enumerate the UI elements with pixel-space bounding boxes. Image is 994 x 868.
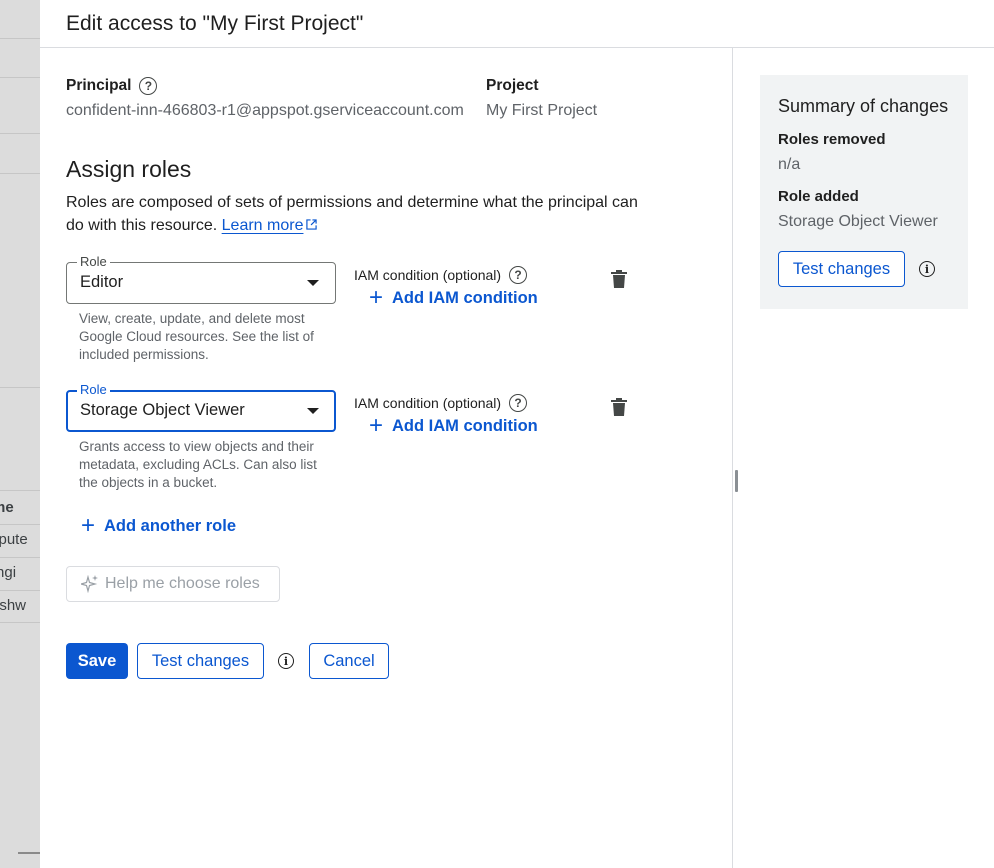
role-field-label: Role [77, 382, 110, 398]
role-select[interactable]: Role Storage Object Viewer [66, 382, 336, 432]
summary-of-changes: Summary of changes Roles removed n/a Rol… [760, 75, 968, 309]
bg-divider [0, 77, 40, 78]
iam-condition-label: IAM condition (optional) [354, 395, 502, 411]
test-changes-label: Test changes [151, 651, 250, 670]
bg-divider [0, 524, 40, 525]
cancel-button[interactable]: Cancel [309, 643, 389, 679]
iam-condition-label-row: IAM condition (optional) ? [354, 266, 528, 284]
help-icon[interactable]: ? [509, 394, 528, 412]
panel-title: Edit access to "My First Project" [66, 11, 364, 35]
roles-removed-value: n/a [778, 156, 801, 173]
roles-removed-label: Roles removed [778, 131, 886, 148]
save-button[interactable]: Save [66, 643, 128, 679]
bg-row-text: mpute [0, 531, 28, 548]
role-value: Editor [80, 273, 124, 291]
summary-test-changes-label: Test changes [792, 259, 891, 278]
dropdown-arrow-icon [307, 408, 319, 414]
panel-divider [732, 48, 733, 868]
bg-divider [0, 387, 40, 388]
delete-icon[interactable] [611, 270, 627, 288]
bg-scrollbar [18, 852, 40, 854]
iam-condition-label: IAM condition (optional) [354, 267, 502, 283]
plus-icon: + [368, 284, 383, 311]
help-icon[interactable]: ? [509, 266, 528, 284]
plus-icon: + [80, 512, 95, 539]
edit-access-panel: Edit access to "My First Project" Princi… [40, 0, 994, 868]
bg-divider [0, 622, 40, 623]
bg-divider [0, 38, 40, 39]
principal-block: Principal ? confident-inn-466803-r1@apps… [66, 76, 464, 120]
iam-condition-label-row: IAM condition (optional) ? [354, 394, 528, 412]
sparkle-icon [81, 575, 98, 593]
help-me-choose-roles-label: Help me choose roles [105, 575, 260, 592]
role-value: Storage Object Viewer [80, 401, 245, 419]
bg-row-text: reshw [0, 597, 27, 614]
bg-divider [0, 557, 40, 558]
help-me-choose-roles-button[interactable]: Help me choose roles [66, 566, 280, 602]
assign-roles-description-text: Roles are composed of sets of permission… [66, 194, 638, 234]
add-iam-condition-label: Add IAM condition [392, 416, 538, 435]
project-label: Project [486, 77, 539, 94]
bg-divider [0, 490, 40, 491]
help-icon[interactable]: ? [139, 77, 158, 95]
summary-title: Summary of changes [778, 96, 949, 116]
learn-more-link[interactable]: Learn more [222, 217, 304, 234]
role-field-label: Role [77, 254, 110, 270]
cancel-label: Cancel [323, 651, 375, 670]
role-added-label: Role added [778, 188, 859, 205]
plus-icon: + [368, 412, 383, 439]
project-value: My First Project [486, 102, 598, 119]
add-iam-condition-button[interactable]: + Add IAM condition [368, 284, 538, 311]
delete-icon[interactable] [611, 398, 627, 416]
bg-divider [0, 133, 40, 134]
save-label: Save [77, 651, 117, 670]
role-added-value: Storage Object Viewer [778, 213, 938, 230]
background-page: me mpute Engi reshw [0, 0, 40, 868]
add-another-role-button[interactable]: + Add another role [80, 512, 237, 539]
bg-divider [0, 173, 40, 174]
panel-main: Principal ? confident-inn-466803-r1@apps… [40, 48, 732, 868]
add-iam-condition-label: Add IAM condition [392, 288, 538, 307]
add-another-role-label: Add another role [104, 516, 237, 535]
info-icon[interactable]: i [278, 653, 294, 669]
assign-roles-description: Roles are composed of sets of permission… [66, 191, 646, 237]
assign-roles-title: Assign roles [66, 156, 192, 182]
principal-label: Principal [66, 77, 132, 94]
bg-row-text: Engi [0, 564, 17, 581]
role-select[interactable]: Role Editor [66, 254, 336, 304]
add-iam-condition-button[interactable]: + Add IAM condition [368, 412, 538, 439]
external-link-icon [306, 219, 318, 230]
test-changes-button[interactable]: Test changes [137, 643, 264, 679]
principal-label-row: Principal ? [66, 76, 464, 96]
role-description: View, create, update, and delete most Go… [79, 311, 314, 362]
learn-more-label: Learn more [221, 217, 304, 234]
project-block: Project My First Project [486, 76, 597, 120]
summary-test-changes-button[interactable]: Test changes [778, 251, 905, 287]
panel-header: Edit access to "My First Project" [40, 0, 994, 48]
bg-column-header: me [0, 499, 14, 516]
bg-divider [0, 590, 40, 591]
role-description: Grants access to view objects and their … [79, 439, 317, 490]
info-icon[interactable]: i [919, 261, 935, 277]
principal-value: confident-inn-466803-r1@appspot.gservice… [66, 102, 464, 119]
dropdown-arrow-icon [307, 280, 319, 286]
resize-handle[interactable] [735, 470, 738, 492]
